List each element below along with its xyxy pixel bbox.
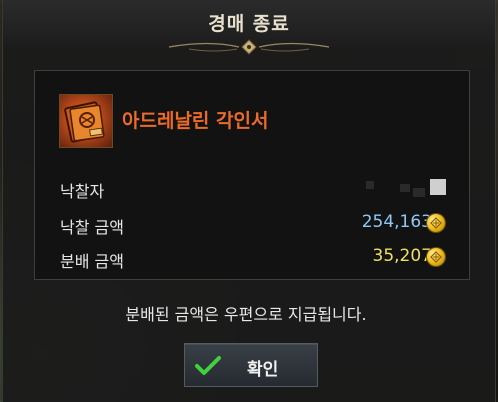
gold-coin-icon [427, 214, 445, 232]
winning-bid-value: 254,163 [361, 212, 432, 232]
winner-name-redacted-4 [430, 179, 446, 195]
confirm-button-label: 확인 [247, 360, 279, 380]
distribution-label: 분배 금액 [60, 252, 124, 271]
distribution-value: 35,207 [372, 246, 432, 266]
winner-label: 낙찰자 [60, 182, 105, 201]
winner-name-redacted-2 [400, 184, 410, 192]
winning-bid-label: 낙찰 금액 [60, 218, 124, 237]
checkmark-icon [195, 356, 221, 375]
winner-name-redacted-3 [413, 188, 425, 197]
winner-name-redacted [366, 181, 374, 189]
confirm-button[interactable]: 확인 [184, 343, 318, 387]
gold-coin-icon [427, 248, 445, 266]
dialog-title: 경매 종료 [208, 13, 290, 35]
title-ornament-icon [168, 39, 330, 55]
item-name: 아드레날린 각인서 [122, 110, 269, 132]
mail-notice: 분배된 금액은 우편으로 지급됩니다. [125, 305, 367, 324]
scroll-book-icon[interactable] [59, 94, 113, 148]
